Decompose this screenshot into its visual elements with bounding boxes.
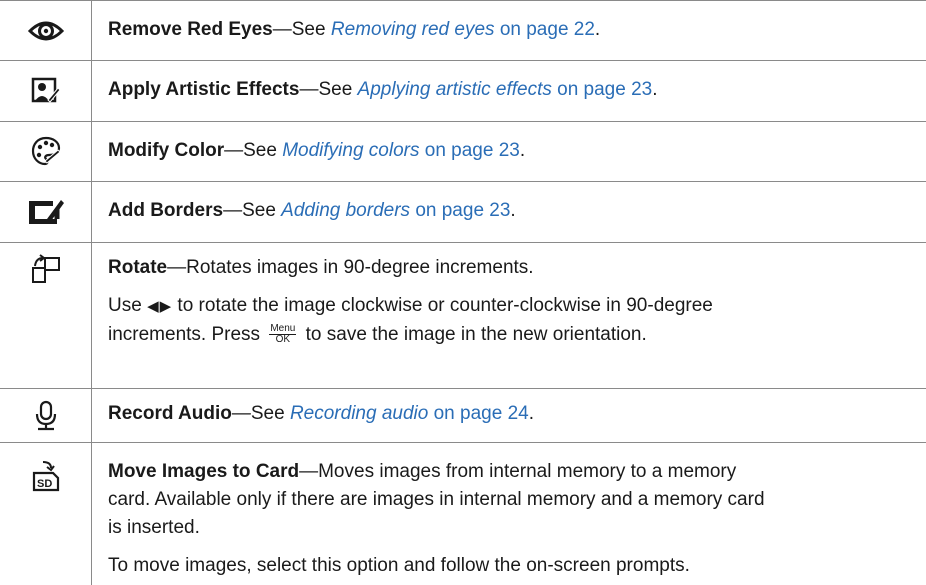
cross-reference-link[interactable]: Adding borders bbox=[281, 200, 410, 221]
option-title: Rotate bbox=[108, 257, 168, 278]
table-row: Apply Artistic Effects—See Applying arti… bbox=[0, 60, 926, 121]
table-row: Modify Color—See Modifying colors on pag… bbox=[0, 121, 926, 181]
border-icon bbox=[0, 197, 91, 227]
row-text: Rotate—Rotates images in 90-degree incre… bbox=[108, 254, 908, 349]
option-description: is inserted. bbox=[108, 517, 200, 538]
table-row: SD Move Images to Card—Moves images from… bbox=[0, 442, 926, 585]
cross-reference-link[interactable]: Modifying colors bbox=[282, 140, 419, 161]
option-see: —See bbox=[224, 140, 283, 161]
row-text: Remove Red Eyes—See Removing red eyes on… bbox=[108, 16, 908, 44]
option-title: Add Borders bbox=[108, 200, 224, 221]
option-see: —See bbox=[231, 403, 290, 424]
palette-icon bbox=[0, 136, 91, 166]
option-see: —See bbox=[299, 79, 358, 100]
punctuation: . bbox=[594, 19, 601, 40]
option-description: card. Available only if there are images… bbox=[108, 489, 765, 510]
option-see: —See bbox=[272, 19, 331, 40]
rotate-icon bbox=[0, 254, 91, 284]
instruction-text: to rotate the image clockwise or counter… bbox=[172, 295, 713, 316]
punctuation: . bbox=[528, 403, 534, 424]
row-text: Move Images to Card—Moves images from in… bbox=[108, 458, 908, 580]
table-row: Record Audio—See Recording audio on page… bbox=[0, 388, 926, 442]
page-reference[interactable]: on page 23 bbox=[410, 200, 510, 221]
left-right-arrows-icon: ◀▶ bbox=[147, 298, 173, 315]
option-title: Move Images to Card bbox=[108, 461, 300, 482]
instruction-text: Use bbox=[108, 295, 148, 316]
option-title: Remove Red Eyes bbox=[108, 19, 273, 40]
page-reference[interactable]: on page 24 bbox=[428, 403, 529, 424]
option-title: Apply Artistic Effects bbox=[108, 79, 300, 100]
ok-label: OK bbox=[275, 334, 291, 346]
artistic-effects-icon bbox=[0, 77, 91, 105]
punctuation: . bbox=[519, 140, 526, 161]
menu-ok-button-icon: Menu OK bbox=[269, 324, 297, 346]
page-reference[interactable]: on page 23 bbox=[419, 140, 520, 161]
microphone-icon bbox=[0, 400, 91, 432]
cross-reference-link[interactable]: Removing red eyes bbox=[331, 19, 495, 40]
table-row: Add Borders—See Adding borders on page 2… bbox=[0, 181, 926, 242]
page-reference[interactable]: on page 23 bbox=[552, 79, 652, 100]
move-instructions: To move images, select this option and f… bbox=[108, 555, 690, 576]
eye-icon bbox=[0, 18, 91, 44]
punctuation: . bbox=[510, 200, 516, 221]
punctuation: . bbox=[652, 79, 658, 100]
table-row: Rotate—Rotates images in 90-degree incre… bbox=[0, 242, 926, 388]
table-row: Remove Red Eyes—See Removing red eyes on… bbox=[0, 0, 926, 60]
option-description: —Moves images from internal memory to a … bbox=[299, 461, 737, 482]
row-text: Record Audio—See Recording audio on page… bbox=[108, 400, 908, 428]
row-text: Modify Color—See Modifying colors on pag… bbox=[108, 137, 908, 165]
page-reference[interactable]: on page 22 bbox=[495, 19, 595, 40]
instruction-text: to save the image in the new orientation… bbox=[300, 324, 647, 345]
cross-reference-link[interactable]: Applying artistic effects bbox=[358, 79, 552, 100]
row-text: Add Borders—See Adding borders on page 2… bbox=[108, 197, 908, 225]
option-see: —See bbox=[223, 200, 282, 221]
move-to-card-icon: SD bbox=[0, 460, 91, 492]
cross-reference-link[interactable]: Recording audio bbox=[290, 403, 428, 424]
option-title: Record Audio bbox=[108, 403, 232, 424]
option-title: Modify Color bbox=[108, 140, 225, 161]
option-description: —Rotates images in 90-degree increments. bbox=[167, 257, 534, 278]
instruction-text: increments. Press bbox=[108, 324, 266, 345]
row-text: Apply Artistic Effects—See Applying arti… bbox=[108, 76, 908, 104]
svg-text:SD: SD bbox=[37, 478, 52, 490]
rotate-instructions: Use ◀▶ to rotate the image clockwise or … bbox=[108, 292, 908, 349]
